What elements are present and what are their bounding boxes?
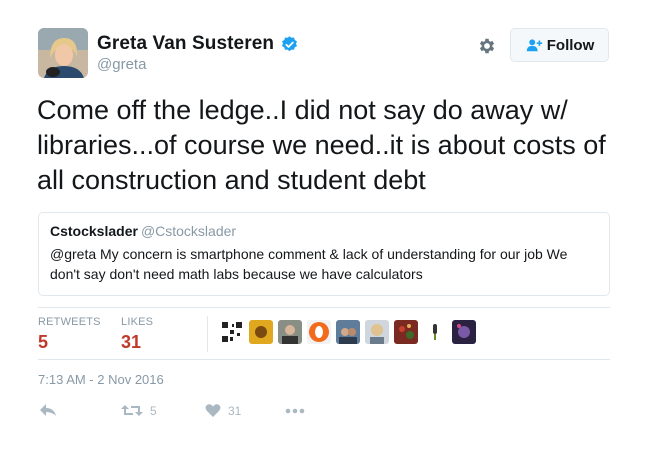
reply-button[interactable] bbox=[39, 403, 57, 418]
reply-icon bbox=[40, 404, 56, 416]
liker-avatar[interactable] bbox=[452, 320, 476, 344]
tweet-timestamp[interactable]: 7:13 AM - 2 Nov 2016 bbox=[38, 372, 164, 387]
liker-avatar[interactable] bbox=[278, 320, 302, 344]
liker-avatar[interactable] bbox=[336, 320, 360, 344]
liker-avatar[interactable] bbox=[249, 320, 273, 344]
follow-label: Follow bbox=[546, 36, 595, 54]
follow-button[interactable]: Follow bbox=[510, 28, 609, 62]
liker-avatar[interactable] bbox=[423, 320, 447, 344]
like-button[interactable]: 31 bbox=[205, 403, 241, 418]
liker-avatars bbox=[220, 320, 481, 344]
gear-icon[interactable] bbox=[477, 36, 497, 56]
avatar[interactable] bbox=[38, 28, 88, 78]
retweets-value: 5 bbox=[38, 332, 49, 352]
retweet-icon bbox=[121, 405, 143, 416]
user-handle[interactable]: @greta bbox=[97, 56, 146, 73]
quoted-tweet-handle: @Cstockslader bbox=[140, 223, 237, 239]
likes-stat[interactable]: LIKES 31 bbox=[121, 316, 153, 353]
likes-label: LIKES bbox=[121, 316, 154, 328]
divider bbox=[207, 316, 208, 352]
quoted-tweet-header: Cstockslader @Cstockslader bbox=[50, 223, 598, 239]
quoted-tweet[interactable]: Cstockslader @Cstockslader @greta My conc… bbox=[38, 212, 610, 296]
liker-avatar[interactable] bbox=[365, 320, 389, 344]
more-button[interactable] bbox=[285, 403, 305, 418]
divider bbox=[38, 307, 610, 308]
add-user-icon bbox=[526, 39, 542, 52]
name-row: Greta Van Susteren bbox=[97, 33, 299, 55]
retweets-label: RETWEETS bbox=[38, 316, 101, 328]
quoted-tweet-name: Cstockslader bbox=[50, 223, 138, 239]
retweet-count: 5 bbox=[150, 403, 157, 418]
quoted-tweet-text: @greta My concern is smartphone comment … bbox=[50, 246, 568, 282]
liker-avatar[interactable] bbox=[394, 320, 418, 344]
like-count: 31 bbox=[228, 403, 242, 418]
divider bbox=[38, 359, 610, 360]
more-icon bbox=[285, 408, 305, 414]
tweet-text: Come off the ledge..I did not say do awa… bbox=[37, 95, 606, 195]
liker-avatar[interactable] bbox=[220, 320, 244, 344]
verified-badge-icon bbox=[282, 35, 298, 51]
display-name[interactable]: Greta Van Susteren bbox=[97, 33, 274, 55]
likes-value: 31 bbox=[121, 332, 142, 352]
liker-avatar[interactable] bbox=[307, 320, 331, 344]
retweets-stat[interactable]: RETWEETS 5 bbox=[38, 316, 101, 353]
heart-icon bbox=[205, 404, 221, 417]
retweet-button[interactable]: 5 bbox=[121, 403, 157, 418]
tweet-card: Greta Van Susteren @greta Follow Come of… bbox=[0, 0, 650, 450]
